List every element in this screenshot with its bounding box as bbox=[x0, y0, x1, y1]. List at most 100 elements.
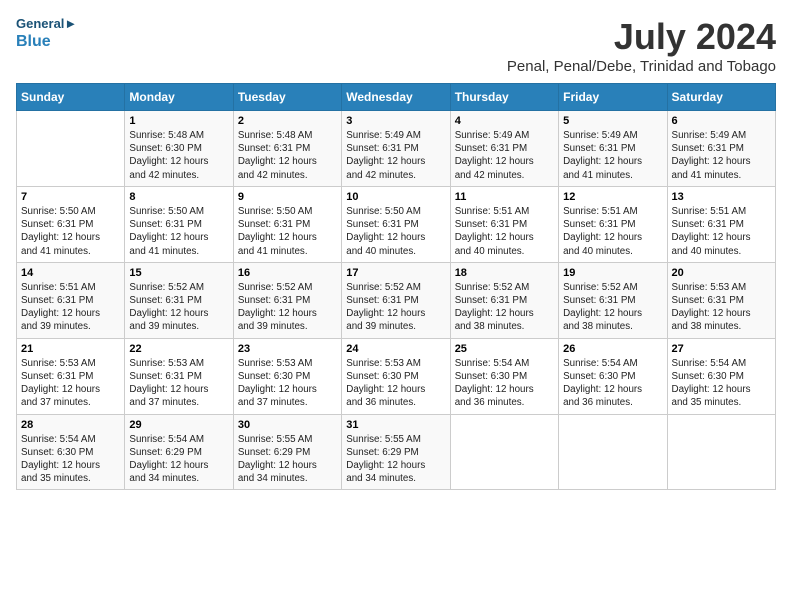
day-number: 3 bbox=[346, 115, 445, 127]
day-info: Sunrise: 5:52 AMSunset: 6:31 PMDaylight:… bbox=[455, 281, 554, 334]
location-title: Penal, Penal/Debe, Trinidad and Tobago bbox=[507, 58, 776, 75]
header-cell-monday: Monday bbox=[125, 84, 233, 111]
day-info: Sunrise: 5:54 AMSunset: 6:30 PMDaylight:… bbox=[563, 357, 662, 410]
day-cell: 15Sunrise: 5:52 AMSunset: 6:31 PMDayligh… bbox=[125, 262, 233, 338]
week-row-5: 28 Sunrise: 5:54 AMSunset: 6:30 PMDayligh… bbox=[17, 414, 776, 490]
calendar-table: SundayMondayTuesdayWednesdayThursdayFrid… bbox=[16, 83, 776, 490]
day-number: 5 bbox=[563, 115, 662, 127]
day-info: Sunrise: 5:50 AMSunset: 6:31 PMDaylight:… bbox=[129, 205, 228, 258]
day-cell: 2Sunrise: 5:48 AMSunset: 6:31 PMDaylight… bbox=[233, 111, 341, 187]
day-cell: 26 Sunrise: 5:54 AMSunset: 6:30 PMDayligh… bbox=[559, 338, 667, 414]
day-cell: 8 Sunrise: 5:50 AMSunset: 6:31 PMDaylight… bbox=[125, 186, 233, 262]
day-cell: 1 Sunrise: 5:48 AMSunset: 6:30 PMDaylight… bbox=[125, 111, 233, 187]
day-info: Sunrise: 5:53 AMSunset: 6:31 PMDaylight:… bbox=[21, 357, 120, 410]
day-cell: 7 Sunrise: 5:50 AMSunset: 6:31 PMDaylight… bbox=[17, 186, 125, 262]
day-info: Sunrise: 5:52 AMSunset: 6:31 PMDaylight:… bbox=[238, 281, 337, 334]
day-cell: 18 Sunrise: 5:52 AMSunset: 6:31 PMDayligh… bbox=[450, 262, 558, 338]
day-cell: 29 Sunrise: 5:54 AMSunset: 6:29 PMDayligh… bbox=[125, 414, 233, 490]
day-cell: 17Sunrise: 5:52 AMSunset: 6:31 PMDayligh… bbox=[342, 262, 450, 338]
day-info: Sunrise: 5:54 AMSunset: 6:30 PMDaylight:… bbox=[455, 357, 554, 410]
day-number: 24 bbox=[346, 343, 445, 355]
header-cell-saturday: Saturday bbox=[667, 84, 775, 111]
day-cell: 3 Sunrise: 5:49 AMSunset: 6:31 PMDaylight… bbox=[342, 111, 450, 187]
logo-general: General bbox=[16, 16, 64, 31]
page-header: General► Blue July 2024 Penal, Penal/Deb… bbox=[16, 16, 776, 75]
day-info: Sunrise: 5:54 AMSunset: 6:29 PMDaylight:… bbox=[129, 433, 228, 486]
day-number: 23 bbox=[238, 343, 337, 355]
week-row-3: 14 Sunrise: 5:51 AMSunset: 6:31 PMDayligh… bbox=[17, 262, 776, 338]
day-info: Sunrise: 5:55 AMSunset: 6:29 PMDaylight:… bbox=[238, 433, 337, 486]
day-number: 11 bbox=[455, 191, 554, 203]
day-info: Sunrise: 5:53 AMSunset: 6:31 PMDaylight:… bbox=[129, 357, 228, 410]
day-cell: 11 Sunrise: 5:51 AMSunset: 6:31 PMDayligh… bbox=[450, 186, 558, 262]
day-number: 12 bbox=[563, 191, 662, 203]
day-number: 29 bbox=[129, 419, 228, 431]
header-row: SundayMondayTuesdayWednesdayThursdayFrid… bbox=[17, 84, 776, 111]
day-number: 16 bbox=[238, 267, 337, 279]
day-info: Sunrise: 5:50 AMSunset: 6:31 PMDaylight:… bbox=[21, 205, 120, 258]
day-cell: 21 Sunrise: 5:53 AMSunset: 6:31 PMDayligh… bbox=[17, 338, 125, 414]
day-number: 19 bbox=[563, 267, 662, 279]
day-cell: 14 Sunrise: 5:51 AMSunset: 6:31 PMDayligh… bbox=[17, 262, 125, 338]
day-info: Sunrise: 5:48 AMSunset: 6:30 PMDaylight:… bbox=[129, 129, 228, 182]
week-row-2: 7 Sunrise: 5:50 AMSunset: 6:31 PMDaylight… bbox=[17, 186, 776, 262]
day-number: 6 bbox=[672, 115, 771, 127]
day-info: Sunrise: 5:49 AMSunset: 6:31 PMDaylight:… bbox=[346, 129, 445, 182]
day-cell: 19Sunrise: 5:52 AMSunset: 6:31 PMDayligh… bbox=[559, 262, 667, 338]
header-cell-wednesday: Wednesday bbox=[342, 84, 450, 111]
header-cell-tuesday: Tuesday bbox=[233, 84, 341, 111]
day-info: Sunrise: 5:50 AMSunset: 6:31 PMDaylight:… bbox=[346, 205, 445, 258]
day-number: 8 bbox=[129, 191, 228, 203]
day-number: 21 bbox=[21, 343, 120, 355]
day-info: Sunrise: 5:53 AMSunset: 6:30 PMDaylight:… bbox=[238, 357, 337, 410]
day-cell: 10 Sunrise: 5:50 AMSunset: 6:31 PMDayligh… bbox=[342, 186, 450, 262]
day-cell bbox=[667, 414, 775, 490]
header-cell-sunday: Sunday bbox=[17, 84, 125, 111]
day-cell bbox=[17, 111, 125, 187]
logo-blue: Blue bbox=[16, 32, 77, 51]
day-number: 17 bbox=[346, 267, 445, 279]
day-cell: 28 Sunrise: 5:54 AMSunset: 6:30 PMDayligh… bbox=[17, 414, 125, 490]
day-number: 30 bbox=[238, 419, 337, 431]
day-info: Sunrise: 5:49 AMSunset: 6:31 PMDaylight:… bbox=[672, 129, 771, 182]
day-number: 9 bbox=[238, 191, 337, 203]
day-number: 26 bbox=[563, 343, 662, 355]
day-info: Sunrise: 5:53 AMSunset: 6:30 PMDaylight:… bbox=[346, 357, 445, 410]
day-number: 31 bbox=[346, 419, 445, 431]
day-number: 10 bbox=[346, 191, 445, 203]
day-cell bbox=[559, 414, 667, 490]
day-number: 22 bbox=[129, 343, 228, 355]
day-number: 7 bbox=[21, 191, 120, 203]
day-number: 20 bbox=[672, 267, 771, 279]
day-cell: 20Sunrise: 5:53 AMSunset: 6:31 PMDayligh… bbox=[667, 262, 775, 338]
day-number: 1 bbox=[129, 115, 228, 127]
day-info: Sunrise: 5:54 AMSunset: 6:30 PMDaylight:… bbox=[21, 433, 120, 486]
month-title: July 2024 bbox=[507, 16, 776, 58]
day-cell: 24 Sunrise: 5:53 AMSunset: 6:30 PMDayligh… bbox=[342, 338, 450, 414]
day-cell: 25Sunrise: 5:54 AMSunset: 6:30 PMDayligh… bbox=[450, 338, 558, 414]
week-row-4: 21 Sunrise: 5:53 AMSunset: 6:31 PMDayligh… bbox=[17, 338, 776, 414]
day-cell: 16 Sunrise: 5:52 AMSunset: 6:31 PMDayligh… bbox=[233, 262, 341, 338]
day-cell: 4Sunrise: 5:49 AMSunset: 6:31 PMDaylight… bbox=[450, 111, 558, 187]
day-cell bbox=[450, 414, 558, 490]
day-info: Sunrise: 5:55 AMSunset: 6:29 PMDaylight:… bbox=[346, 433, 445, 486]
week-row-1: 1 Sunrise: 5:48 AMSunset: 6:30 PMDaylight… bbox=[17, 111, 776, 187]
day-cell: 12Sunrise: 5:51 AMSunset: 6:31 PMDayligh… bbox=[559, 186, 667, 262]
day-cell: 31 Sunrise: 5:55 AMSunset: 6:29 PMDayligh… bbox=[342, 414, 450, 490]
day-info: Sunrise: 5:51 AMSunset: 6:31 PMDaylight:… bbox=[21, 281, 120, 334]
logo: General► Blue bbox=[16, 16, 77, 51]
day-info: Sunrise: 5:49 AMSunset: 6:31 PMDaylight:… bbox=[563, 129, 662, 182]
day-info: Sunrise: 5:50 AMSunset: 6:31 PMDaylight:… bbox=[238, 205, 337, 258]
day-info: Sunrise: 5:51 AMSunset: 6:31 PMDaylight:… bbox=[455, 205, 554, 258]
day-number: 2 bbox=[238, 115, 337, 127]
day-cell: 30 Sunrise: 5:55 AMSunset: 6:29 PMDayligh… bbox=[233, 414, 341, 490]
day-cell: 13Sunrise: 5:51 AMSunset: 6:31 PMDayligh… bbox=[667, 186, 775, 262]
day-cell: 5 Sunrise: 5:49 AMSunset: 6:31 PMDaylight… bbox=[559, 111, 667, 187]
day-cell: 9 Sunrise: 5:50 AMSunset: 6:31 PMDaylight… bbox=[233, 186, 341, 262]
day-cell: 22 Sunrise: 5:53 AMSunset: 6:31 PMDayligh… bbox=[125, 338, 233, 414]
day-number: 18 bbox=[455, 267, 554, 279]
day-number: 14 bbox=[21, 267, 120, 279]
day-info: Sunrise: 5:54 AMSunset: 6:30 PMDaylight:… bbox=[672, 357, 771, 410]
day-info: Sunrise: 5:49 AMSunset: 6:31 PMDaylight:… bbox=[455, 129, 554, 182]
day-number: 28 bbox=[21, 419, 120, 431]
